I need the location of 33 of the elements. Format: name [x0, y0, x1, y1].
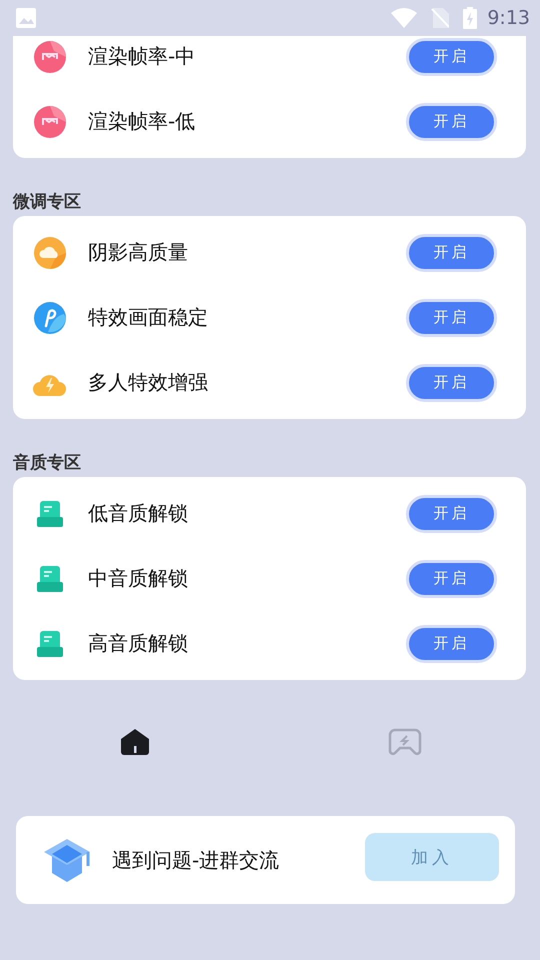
enable-button[interactable]: 开启 — [406, 234, 497, 272]
film-icon — [34, 106, 66, 138]
enable-button[interactable]: 开启 — [406, 298, 497, 336]
image-icon — [16, 8, 36, 28]
section-title: 音质专区 — [13, 453, 82, 473]
clock-time: 9:13 — [487, 7, 530, 29]
option-label: 高音质解锁 — [88, 630, 189, 657]
no-sim-icon — [431, 8, 450, 28]
battery-charging-icon — [463, 7, 478, 29]
enable-button[interactable]: 开启 — [406, 624, 497, 662]
brush-icon — [34, 302, 66, 334]
option-label: 低音质解锁 — [88, 500, 189, 527]
enable-button[interactable]: 开启 — [406, 494, 497, 532]
box-icon — [35, 628, 65, 658]
enable-button[interactable]: 开启 — [406, 364, 497, 402]
option-label: 渲染帧率-中 — [88, 43, 196, 70]
option-label: 阴影高质量 — [88, 239, 189, 266]
home-icon[interactable] — [120, 728, 150, 756]
enable-button[interactable]: 开启 — [406, 560, 497, 598]
box-icon — [35, 564, 65, 594]
cloud-icon — [34, 236, 66, 268]
option-label: 中音质解锁 — [88, 565, 189, 592]
option-label: 渲染帧率-低 — [88, 108, 196, 135]
join-prompt: 遇到问题-进群交流 — [112, 846, 280, 874]
enable-button[interactable]: 开启 — [406, 38, 497, 76]
section-title: 微调专区 — [13, 192, 82, 212]
enable-button[interactable]: 开启 — [406, 102, 497, 140]
option-label: 多人特效增强 — [88, 369, 209, 396]
option-label: 特效画面稳定 — [88, 304, 209, 331]
graduation-cap-icon — [42, 837, 92, 883]
wifi-icon — [391, 8, 418, 28]
box-icon — [35, 498, 65, 528]
film-icon — [34, 40, 66, 72]
